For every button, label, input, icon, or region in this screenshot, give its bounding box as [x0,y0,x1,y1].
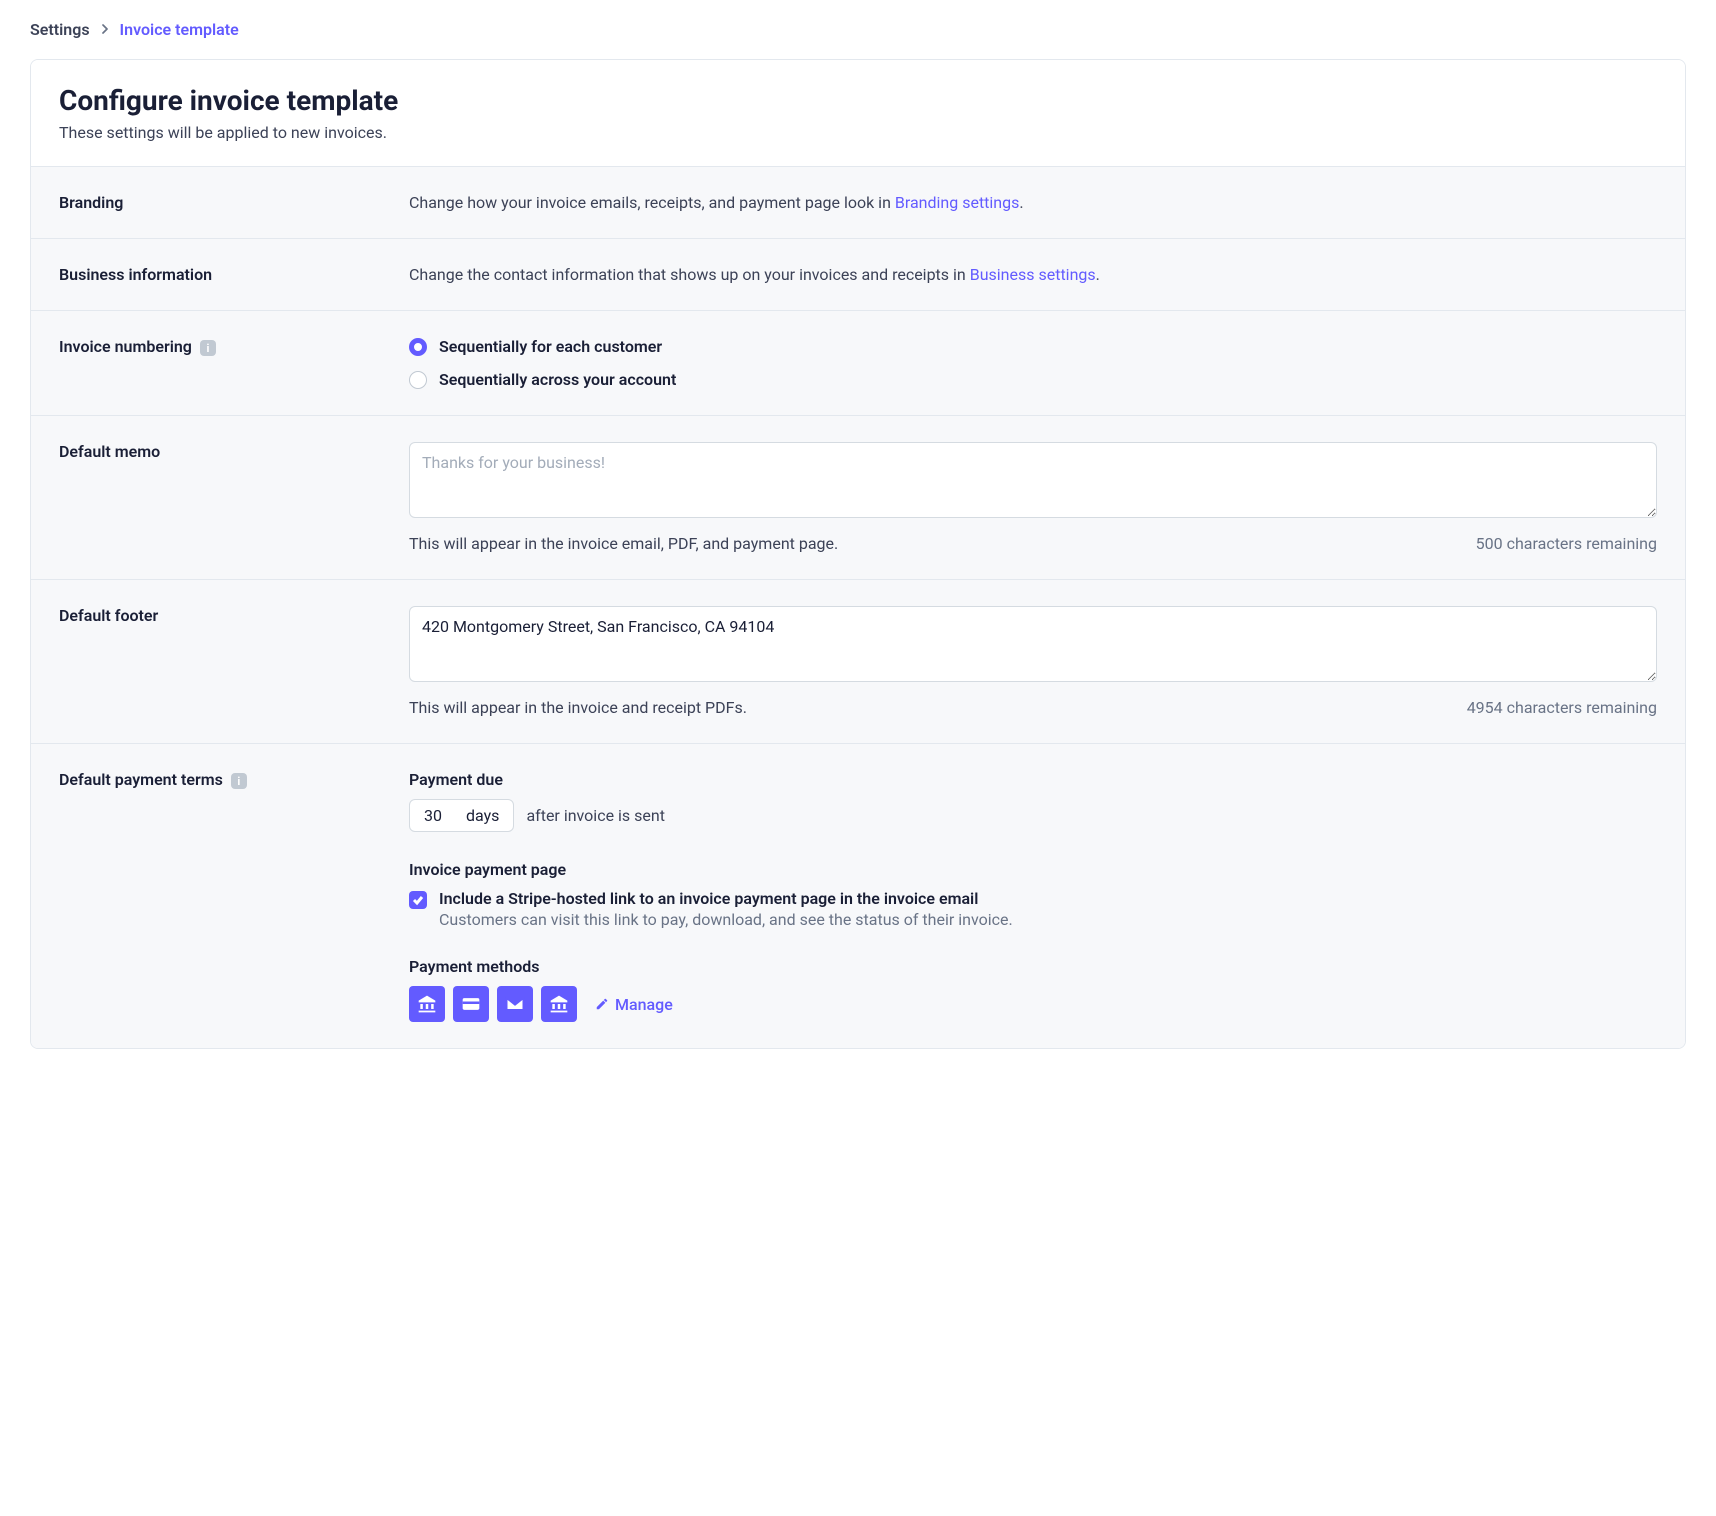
radio-label: Sequentially for each customer [439,337,662,356]
radio-icon [409,338,427,356]
memo-remaining: 500 characters remaining [1476,534,1657,553]
footer-textarea[interactable] [409,606,1657,682]
breadcrumb-parent[interactable]: Settings [30,20,90,39]
page-title: Configure invoice template [59,84,1657,117]
payment-due-label: Payment due [409,770,1657,789]
mail-icon [497,986,533,1022]
business-label: Business information [59,265,409,284]
branding-section: Branding Change how your invoice emails,… [31,167,1685,239]
footer-section: Default footer This will appear in the i… [31,580,1685,744]
info-icon[interactable]: i [231,773,247,789]
panel-header: Configure invoice template These setting… [31,60,1685,167]
business-section: Business information Change the contact … [31,239,1685,311]
checkbox-description: Customers can visit this link to pay, do… [439,910,1013,929]
info-icon[interactable]: i [200,340,216,356]
bank-icon [409,986,445,1022]
payment-terms-section: Default payment terms i Payment due 30 d… [31,744,1685,1048]
numbering-label: Invoice numbering i [59,337,409,389]
numbering-label-text: Invoice numbering [59,337,192,356]
pencil-icon [595,997,609,1011]
page-subtitle: These settings will be applied to new in… [59,123,1657,142]
business-desc-suffix: . [1096,265,1100,284]
memo-label: Default memo [59,442,409,553]
breadcrumb-current: Invoice template [120,20,239,39]
settings-panel: Configure invoice template These setting… [30,59,1686,1049]
after-invoice-text: after invoice is sent [526,806,665,825]
business-content: Change the contact information that show… [409,265,1657,284]
memo-section: Default memo This will appear in the inv… [31,416,1685,580]
breadcrumb: Settings Invoice template [30,20,1686,39]
numbering-section: Invoice numbering i Sequentially for eac… [31,311,1685,416]
business-desc-prefix: Change the contact information that show… [409,265,970,284]
business-settings-link[interactable]: Business settings [970,265,1096,284]
footer-helper: This will appear in the invoice and rece… [409,698,747,717]
chevron-right-icon [100,22,110,38]
days-unit: days [466,806,499,825]
memo-textarea[interactable] [409,442,1657,518]
numbering-radio-group: Sequentially for each customer Sequentia… [409,337,1657,389]
checkbox-label: Include a Stripe-hosted link to an invoi… [439,889,1013,908]
branding-desc-prefix: Change how your invoice emails, receipts… [409,193,895,212]
payment-terms-label-text: Default payment terms [59,770,223,789]
payment-methods-label: Payment methods [409,957,1657,976]
footer-remaining: 4954 characters remaining [1467,698,1657,717]
check-icon [412,894,424,906]
manage-label: Manage [615,995,673,1014]
branding-label: Branding [59,193,409,212]
invoice-payment-page-label: Invoice payment page [409,860,1657,879]
radio-icon [409,371,427,389]
radio-label: Sequentially across your account [439,370,676,389]
manage-link[interactable]: Manage [595,995,673,1014]
branding-settings-link[interactable]: Branding settings [895,193,1020,212]
footer-label: Default footer [59,606,409,717]
card-icon [453,986,489,1022]
numbering-option-per-customer[interactable]: Sequentially for each customer [409,337,1657,356]
days-input[interactable]: 30 days [409,799,514,832]
memo-helper: This will appear in the invoice email, P… [409,534,838,553]
bank-icon [541,986,577,1022]
branding-content: Change how your invoice emails, receipts… [409,193,1657,212]
numbering-option-across-account[interactable]: Sequentially across your account [409,370,1657,389]
payment-terms-label: Default payment terms i [59,770,409,1022]
branding-desc-suffix: . [1019,193,1023,212]
include-link-checkbox[interactable] [409,891,427,909]
days-value: 30 [424,806,448,825]
